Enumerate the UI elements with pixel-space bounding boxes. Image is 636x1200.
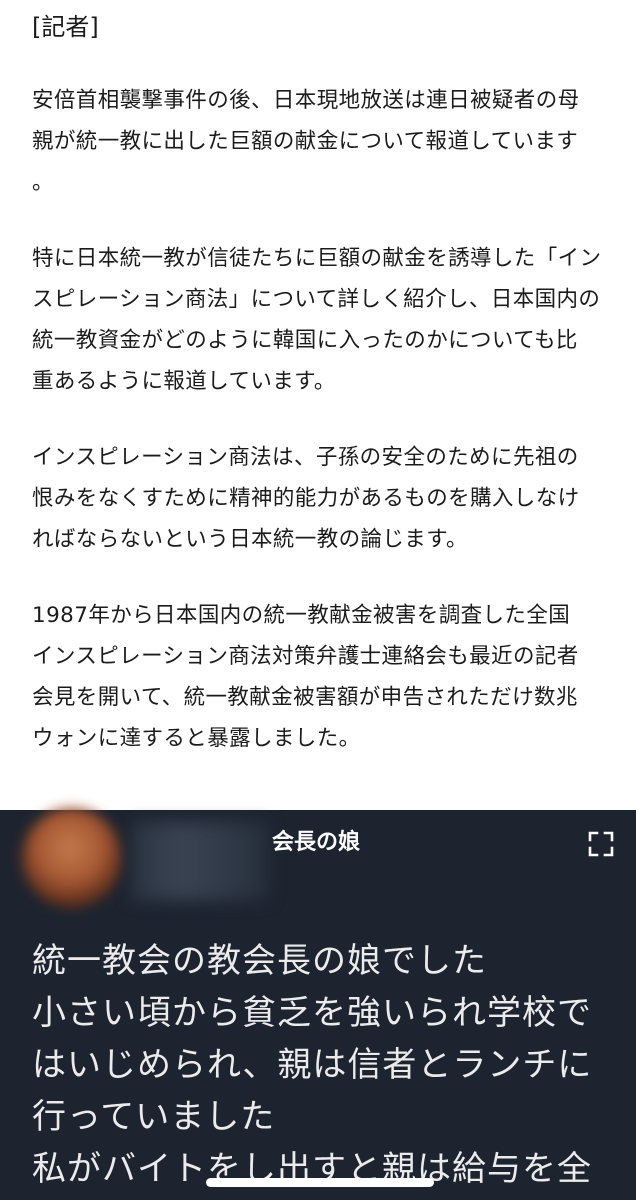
paragraph-line: 1987年から日本国内の統一教献金被害を調査した全国 xyxy=(32,603,571,628)
paragraph-line: 重あるように報道しています。 xyxy=(32,369,336,394)
article-paragraph-4: 1987年から日本国内の統一教献金被害を調査した全国 インスピレーション商法対策… xyxy=(32,595,612,759)
paragraph-line: 統一教資金がどのように韓国に入ったのかについても比 xyxy=(32,328,578,353)
fullscreen-icon xyxy=(588,831,614,857)
article-paragraph-2: 特に日本統一教が信徒たちに巨額の献金を誘導した「イン スピレーション商法」につい… xyxy=(32,238,612,402)
paragraph-line: 親が統一教に出した巨額の献金について報道しています xyxy=(32,129,579,154)
video-title: 会長の娘 xyxy=(272,830,361,855)
caption-line: 私がバイトをし出すと親は給与を全 xyxy=(32,1149,592,1189)
caption-line: 小さい頃から貧乏を強いられ学校で xyxy=(32,993,592,1033)
video-caption: 統一教会の教会長の娘でした 小さい頃から貧乏を強いられ学校で はいじめられ、親は… xyxy=(32,935,622,1195)
article-paragraph-3: インスピレーション商法は、子孫の安全のために先祖の 恨みをなくすために精神的能力… xyxy=(32,437,612,560)
paragraph-line: ウォンに達すると暴露しました。 xyxy=(32,726,361,751)
article-paragraph-1: 安倍首相襲撃事件の後、日本現地放送は連日被疑者の母 親が統一教に出した巨額の献金… xyxy=(32,80,612,203)
fullscreen-button[interactable] xyxy=(583,826,619,862)
paragraph-line: 恨みをなくすために精神的能力があるものを購入しなけ xyxy=(32,486,580,511)
paragraph-line: ればならないという日本統一教の論じます。 xyxy=(32,527,468,552)
paragraph-line: 。 xyxy=(32,170,54,195)
blurred-username xyxy=(132,822,268,900)
article-body: [記者] 安倍首相襲撃事件の後、日本現地放送は連日被疑者の母 親が統一教に出した… xyxy=(0,0,636,810)
paragraph-line: スピレーション商法」について詳しく紹介し、日本国内の xyxy=(32,287,601,312)
paragraph-line: インスピレーション商法は、子孫の安全のために先祖の xyxy=(32,445,579,470)
caption-line: はいじめられ、親は信者とランチに xyxy=(32,1045,593,1085)
paragraph-line: 会見を開いて、統一教献金被害額が申告されただけ数兆 xyxy=(32,685,578,710)
caption-line: 統一教会の教会長の娘でした xyxy=(32,941,487,981)
caption-line: 行っていました xyxy=(32,1097,276,1137)
paragraph-line: インスピレーション商法対策弁護士連絡会も最近の記者 xyxy=(32,644,579,669)
paragraph-line: 特に日本統一教が信徒たちに巨額の献金を誘導した「イン xyxy=(32,246,602,271)
home-indicator[interactable] xyxy=(206,1178,434,1187)
paragraph-line: 安倍首相襲撃事件の後、日本現地放送は連日被疑者の母 xyxy=(32,88,580,113)
avatar xyxy=(22,808,122,908)
section-label: [記者] xyxy=(32,13,99,41)
